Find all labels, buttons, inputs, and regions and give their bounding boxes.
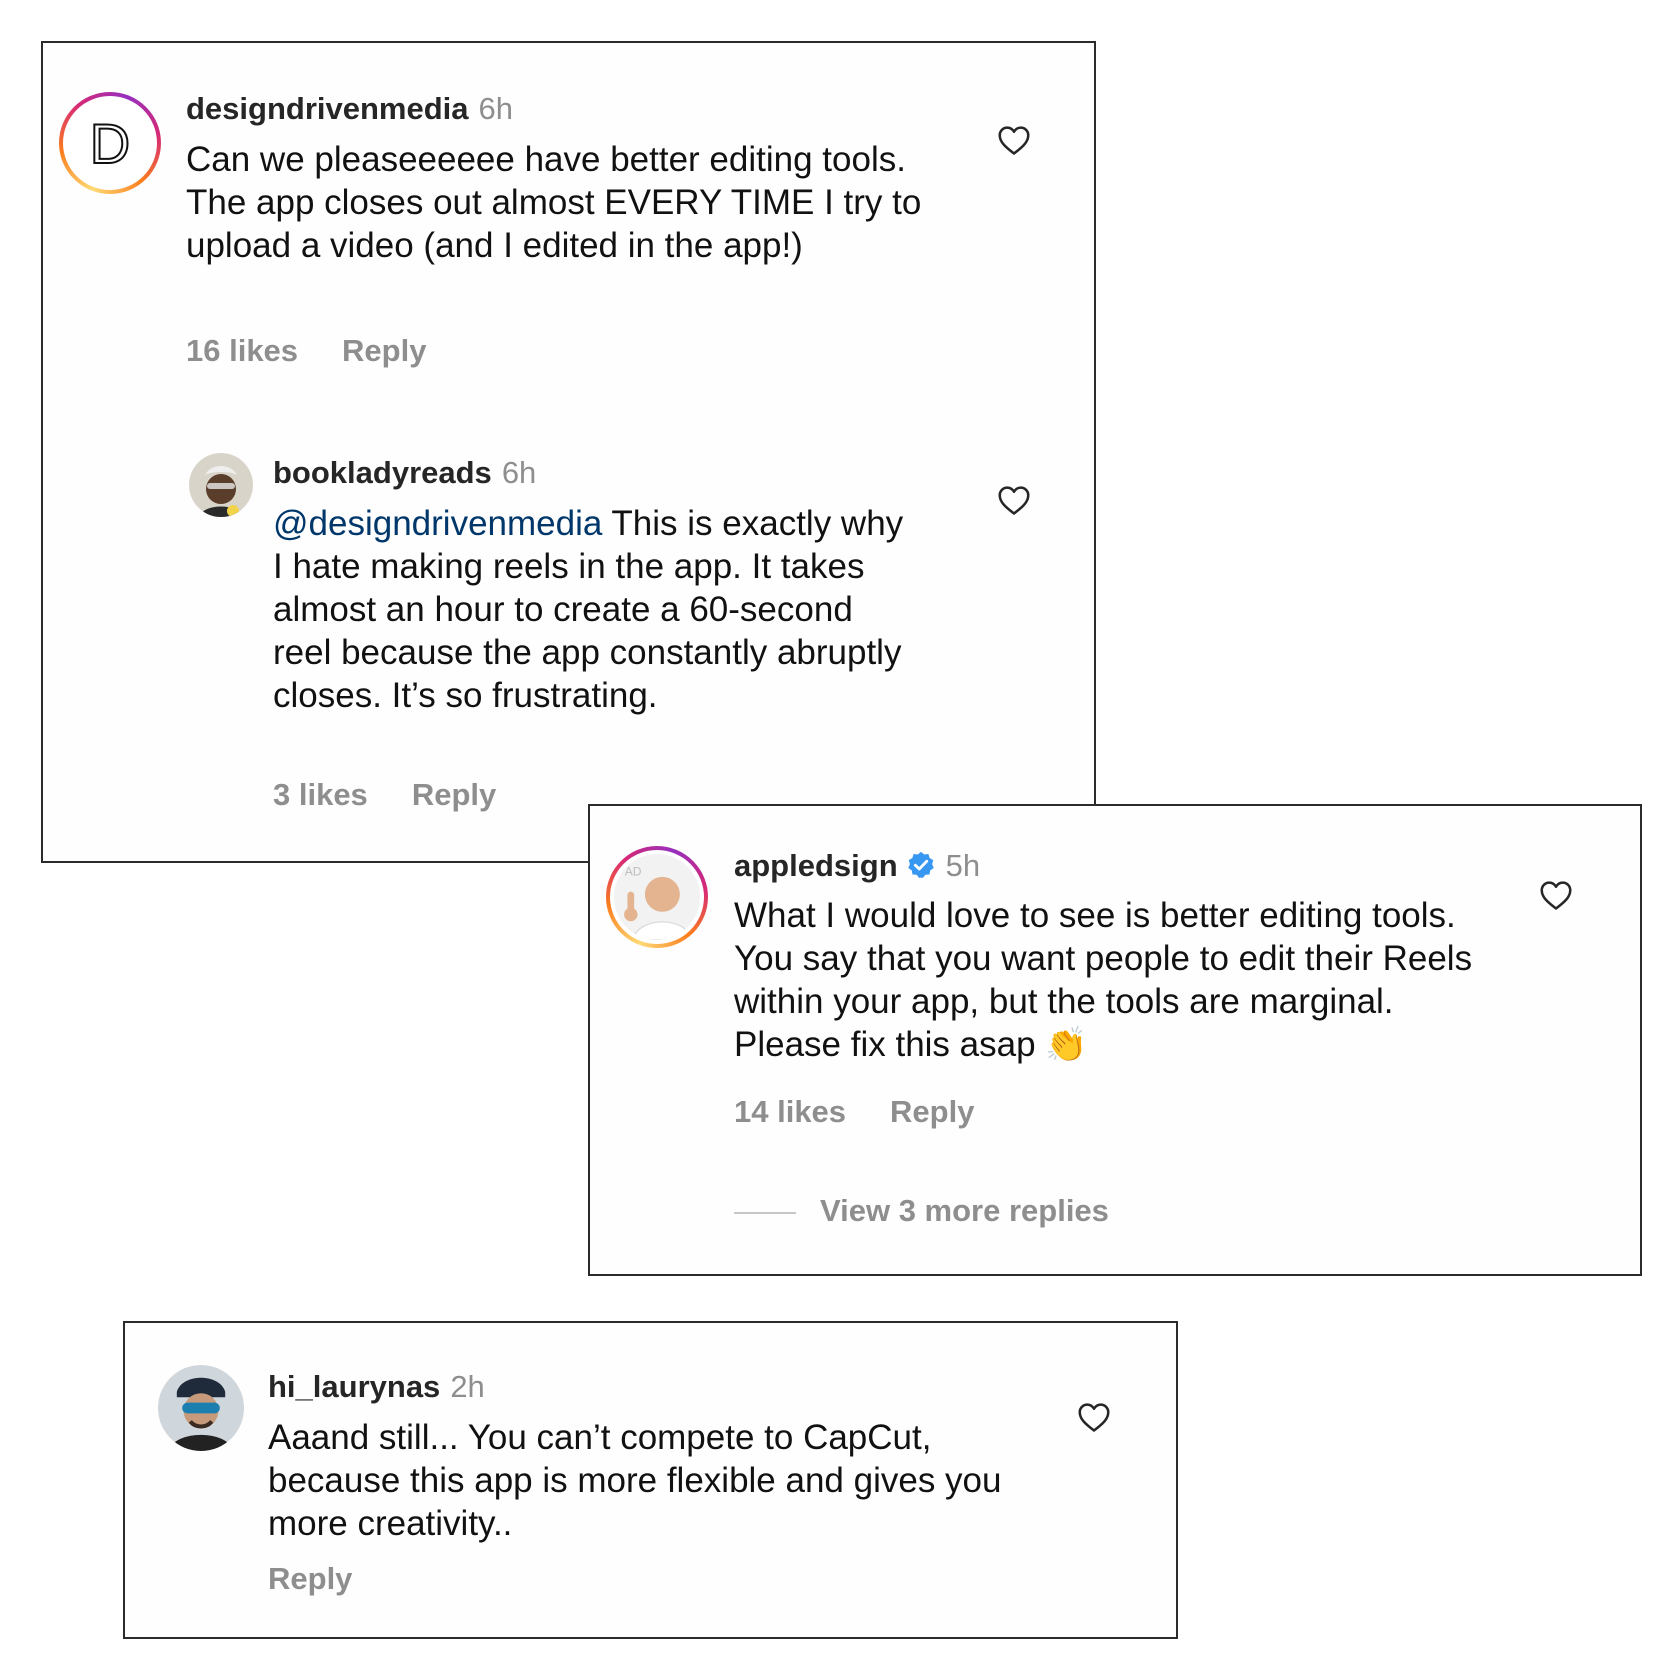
svg-text:AD: AD [625,865,642,879]
clapping-hands-emoji: 👏 [1045,1026,1088,1064]
likes-count[interactable]: 16 likes [186,333,298,368]
timestamp: 5h [945,848,981,883]
timestamp: 6h [501,455,537,490]
reply-header: bookladyreads 6h [273,455,536,491]
reply-text: @designdrivenmedia This is exactly why I… [273,502,913,717]
comment-actions: Reply [268,1561,352,1597]
timestamp: 6h [478,91,514,126]
comment-actions: 14 likes Reply [734,1094,974,1130]
comment-header: hi_laurynas 2h [268,1369,485,1405]
comment-header: appledsign 5h [734,848,980,884]
avatar-appledsign[interactable]: AD [606,846,708,948]
view-more-label: View 3 more replies [820,1193,1109,1228]
comment-card-1: D designdrivenmedia 6h Can we pleaseeeeee… [41,41,1096,863]
username[interactable]: appledsign [734,848,898,883]
heart-icon[interactable] [1075,1398,1113,1436]
heart-icon[interactable] [1537,876,1575,914]
username[interactable]: bookladyreads [273,455,492,490]
view-more-replies[interactable]: View 3 more replies [734,1193,1109,1229]
heart-icon[interactable] [995,481,1033,519]
likes-count[interactable]: 14 likes [734,1094,846,1129]
comment-header: designdrivenmedia 6h [186,91,513,127]
comment-body: What I would love to see is better editi… [734,896,1473,1064]
reply-button[interactable]: Reply [268,1561,352,1596]
reply-actions: 3 likes Reply [273,777,496,813]
comment-card-2: AD appledsign 5h What I would love to se… [588,804,1642,1276]
username[interactable]: designdrivenmedia [186,91,469,126]
verified-badge-icon [907,851,934,878]
username[interactable]: hi_laurynas [268,1369,440,1404]
avatar-hi-laurynas[interactable] [158,1365,244,1451]
comment-text: Aaand still... You can’t compete to CapC… [268,1418,1002,1543]
avatar-letter: D [89,111,131,176]
view-more-divider [734,1211,796,1214]
avatar-bookladyreads[interactable] [189,453,253,517]
likes-count[interactable]: 3 likes [273,777,368,812]
avatar-designdrivenmedia[interactable]: D [59,92,161,194]
comment-card-3: hi_laurynas 2h Aaand still... You can’t c… [123,1321,1178,1639]
reply-button[interactable]: Reply [342,333,426,368]
comment-actions: 16 likes Reply [186,333,426,369]
reply-button[interactable]: Reply [412,777,496,812]
comment-text: Can we pleaseeeeee have better editing t… [186,140,922,265]
mention-link[interactable]: @designdrivenmedia [273,504,602,543]
comment-text: What I would love to see is better editi… [734,894,1494,1067]
heart-icon[interactable] [995,121,1033,159]
reply-button[interactable]: Reply [890,1094,974,1129]
timestamp: 2h [450,1369,485,1404]
